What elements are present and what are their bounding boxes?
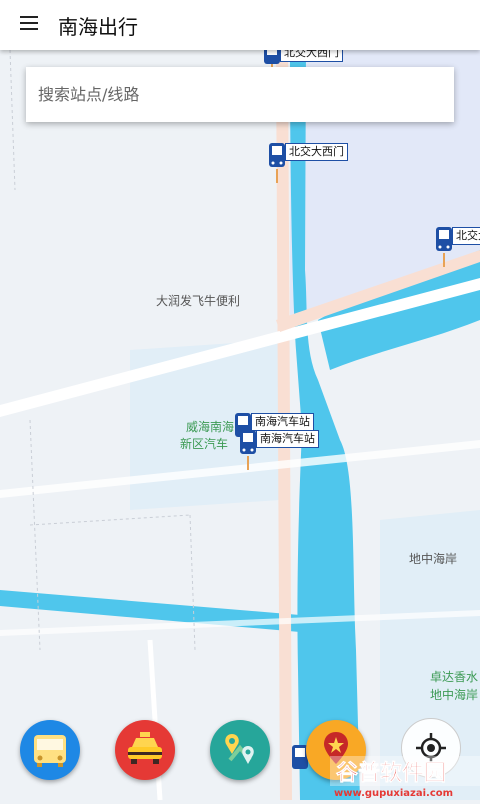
taxi-icon (128, 732, 162, 764)
poi-label: 地中海岸 (409, 552, 458, 566)
bus-button[interactable] (20, 720, 80, 780)
menu-icon[interactable] (20, 16, 38, 32)
poi-label: 威海南海 (186, 420, 235, 434)
bus-stop-icon (240, 430, 256, 470)
poi-label: 地中海岸 (430, 688, 479, 702)
poi-label: 新区汽车 (180, 437, 229, 451)
app-title: 南海出行 (58, 15, 138, 39)
search-box[interactable] (26, 67, 454, 122)
watermark-url: www.gupuxiazai.com (334, 788, 453, 799)
watermark-logo: 谷普软件园 www.gupuxiazai.com (330, 756, 480, 799)
bus-icon (34, 735, 66, 767)
route-button[interactable] (210, 720, 270, 780)
bus-stop-icon (436, 227, 452, 267)
watermark: 谷普软件园 www.gupuxiazai.com (330, 752, 480, 800)
app-bar: 南海出行 (0, 0, 480, 50)
bus-stop-label: 南海汽车站 (256, 430, 319, 448)
bus-stop-label: 南海汽车站 (251, 413, 314, 431)
bus-stop-label: 北交大 (452, 227, 480, 245)
taxi-button[interactable] (115, 720, 175, 780)
poi-label: 卓达香水 (430, 670, 479, 684)
search-input[interactable] (26, 67, 450, 122)
poi-label: 大润发飞牛便利 (156, 294, 241, 308)
watermark-text: 谷普软件园 (336, 760, 446, 786)
route-icon (225, 734, 254, 764)
bus-stop-label: 北交大西门 (285, 143, 348, 161)
bus-stop-icon (269, 143, 285, 183)
